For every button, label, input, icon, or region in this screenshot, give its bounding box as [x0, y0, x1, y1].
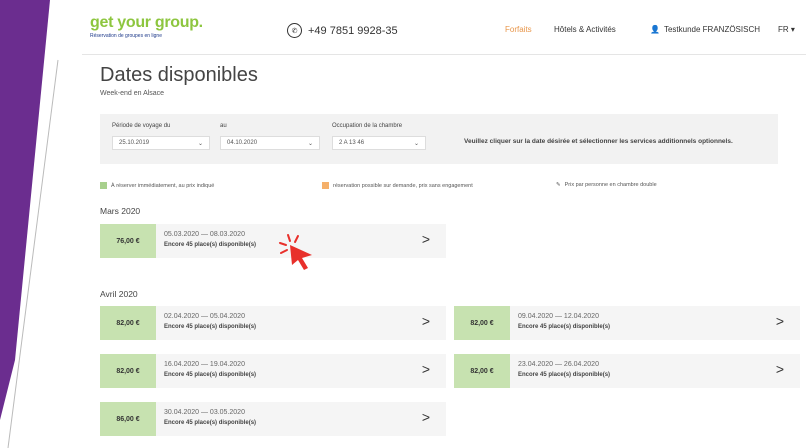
price-badge: 82,00 €: [454, 306, 510, 340]
date-range: 16.04.2020 — 19.04.2020: [164, 361, 245, 368]
orange-square-icon: [322, 182, 329, 189]
chevron-right-icon: >: [775, 361, 784, 377]
chevron-down-icon: ⌄: [307, 140, 313, 147]
from-date-label: Période de voyage du: [112, 123, 171, 129]
chevron-down-icon: ⌄: [413, 140, 419, 147]
price-badge: 76,00 €: [100, 224, 156, 258]
phone-number[interactable]: ✆ +49 7851 9928-35: [287, 23, 398, 38]
click-cursor-icon: [278, 233, 318, 276]
chevron-right-icon: >: [421, 361, 430, 377]
filter-panel: Période de voyage du 25.10.2019 ⌄ au 04.1…: [100, 114, 778, 164]
green-square-icon: [100, 182, 107, 189]
nav-forfaits[interactable]: Forfaits: [505, 25, 532, 34]
room-occupancy-label: Occupation de la chambre: [332, 123, 403, 129]
date-range: 09.04.2020 — 12.04.2020: [518, 313, 599, 320]
site-header: get your group. Réservation de groupes e…: [82, 6, 806, 55]
language-selector[interactable]: FR ▾: [778, 25, 795, 34]
pin-icon: ✎: [556, 182, 561, 188]
chevron-right-icon: >: [421, 231, 430, 247]
chevron-right-icon: >: [421, 409, 430, 425]
price-badge: 82,00 €: [100, 306, 156, 340]
legend-price: ✎ Prix par personne en chambre double: [556, 182, 657, 188]
nav-user-account[interactable]: 👤 Testkunde FRANZÖSISCH: [650, 25, 760, 34]
date-card[interactable]: 82,00 € 16.04.2020 — 19.04.2020 Encore 4…: [100, 354, 446, 388]
chevron-down-icon: ⌄: [197, 140, 203, 147]
website-screenshot: get your group. Réservation de groupes e…: [82, 6, 806, 448]
page-subtitle: Week-end en Alsace: [100, 90, 165, 97]
price-badge: 82,00 €: [100, 354, 156, 388]
availability: Encore 45 place(s) disponible(s): [518, 324, 611, 330]
date-card[interactable]: 82,00 € 02.04.2020 — 05.04.2020 Encore 4…: [100, 306, 446, 340]
date-range: 23.04.2020 — 26.04.2020: [518, 361, 599, 368]
date-range: 02.04.2020 — 05.04.2020: [164, 313, 245, 320]
from-date-select[interactable]: 25.10.2019 ⌄: [112, 136, 210, 150]
to-date-label: au: [220, 123, 227, 129]
chevron-right-icon: >: [775, 313, 784, 329]
month-heading: Mars 2020: [100, 206, 141, 216]
user-icon: 👤: [650, 25, 660, 34]
legend-orange: réservation possible sur demande, prix s…: [322, 182, 473, 189]
page-title: Dates disponibles: [100, 64, 258, 86]
availability: Encore 45 place(s) disponible(s): [164, 372, 257, 378]
date-card[interactable]: 76,00 € 05.03.2020 — 08.03.2020 Encore 4…: [100, 224, 446, 258]
to-date-select[interactable]: 04.10.2020 ⌄: [220, 136, 320, 150]
phone-icon: ✆: [287, 23, 302, 38]
nav-hotels-activites[interactable]: Hôtels & Activités: [554, 25, 616, 34]
legend-green: À réserver immédiatement, au prix indiqu…: [100, 182, 214, 189]
room-occupancy-select[interactable]: 2 A 13 46 ⌄: [332, 136, 426, 150]
date-card[interactable]: 82,00 € 09.04.2020 — 12.04.2020 Encore 4…: [454, 306, 800, 340]
chevron-right-icon: >: [421, 313, 430, 329]
availability: Encore 45 place(s) disponible(s): [164, 242, 257, 248]
logo[interactable]: get your group. Réservation de groupes e…: [90, 14, 203, 39]
availability: Encore 45 place(s) disponible(s): [164, 324, 257, 330]
availability: Encore 45 place(s) disponible(s): [518, 372, 611, 378]
date-card[interactable]: 86,00 € 30.04.2020 — 03.05.2020 Encore 4…: [100, 402, 446, 436]
month-heading: Avril 2020: [100, 289, 138, 299]
date-range: 30.04.2020 — 03.05.2020: [164, 409, 245, 416]
availability: Encore 45 place(s) disponible(s): [164, 420, 257, 426]
purple-decoration: [0, 0, 70, 448]
date-range: 05.03.2020 — 08.03.2020: [164, 231, 245, 238]
price-badge: 86,00 €: [100, 402, 156, 436]
date-card[interactable]: 82,00 € 23.04.2020 — 26.04.2020 Encore 4…: [454, 354, 800, 388]
price-badge: 82,00 €: [454, 354, 510, 388]
instructions-text: Veuillez cliquer sur la date désirée et …: [464, 138, 733, 145]
